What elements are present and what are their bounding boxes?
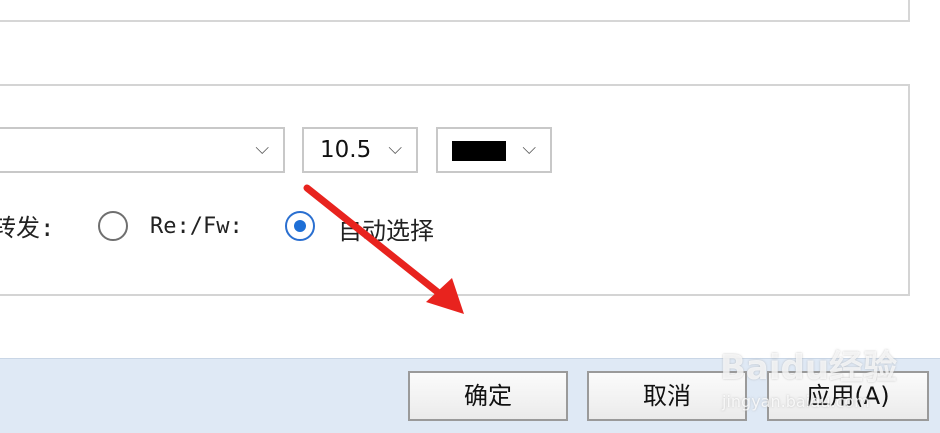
reply-forward-label: 转发: [0,214,55,242]
refw-radio-label[interactable]: Re:/Fw: [150,214,243,239]
chevron-down-icon: ⌵ [388,138,402,159]
color-swatch [452,141,506,161]
refw-radio[interactable] [98,211,128,241]
font-name-combo[interactable]: ⌵ [0,127,285,173]
ok-button[interactable]: 确定 [408,371,568,421]
font-size-value: 10.5 [320,137,372,163]
auto-select-radio[interactable] [285,211,315,241]
upper-panel [0,0,910,22]
font-size-combo[interactable]: 10.5 ⌵ [302,127,418,173]
chevron-down-icon: ⌵ [522,138,536,159]
baidu-watermark: Baidu经验 [720,348,898,388]
format-group-box [0,84,910,296]
baidu-watermark-url: jingyan.baidu.com [722,392,870,411]
font-color-combo[interactable]: ⌵ [436,127,552,173]
radio-selected-dot [294,220,306,232]
chevron-down-icon: ⌵ [255,138,269,159]
auto-select-radio-label[interactable]: 自动选择 [338,211,434,246]
